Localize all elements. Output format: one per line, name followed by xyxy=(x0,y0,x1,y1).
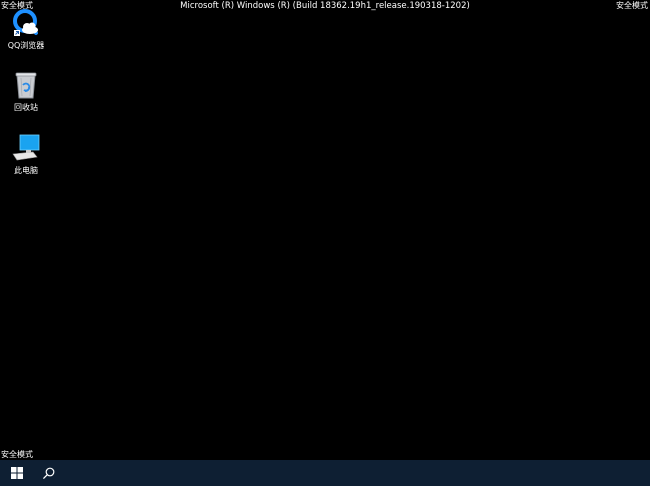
taskbar xyxy=(0,460,650,486)
desktop-icon-label: 回收站 xyxy=(14,103,38,112)
qq-browser-icon xyxy=(11,8,41,38)
desktop-icon-recycle-bin[interactable]: 回收站 xyxy=(4,70,48,118)
windows-build-title: Microsoft (R) Windows (R) (Build 18362.1… xyxy=(180,1,470,11)
desktop-icon-label: 此电脑 xyxy=(14,166,38,175)
start-button[interactable] xyxy=(1,460,33,486)
recycle-bin-icon xyxy=(11,70,41,100)
safe-mode-label-bottom-left: 安全模式 xyxy=(1,450,33,459)
this-pc-icon xyxy=(11,133,41,163)
search-icon xyxy=(43,464,55,483)
desktop-icon-this-pc[interactable]: 此电脑 xyxy=(4,133,48,181)
safe-mode-label-top-right: 安全模式 xyxy=(616,1,648,10)
search-button[interactable] xyxy=(33,460,65,486)
desktop-icon-qq-browser[interactable]: QQ浏览器 xyxy=(4,8,48,56)
desktop-icon-label: QQ浏览器 xyxy=(7,41,45,50)
desktop: 安全模式 Microsoft (R) Windows (R) (Build 18… xyxy=(0,0,650,486)
windows-logo-icon xyxy=(11,464,23,483)
